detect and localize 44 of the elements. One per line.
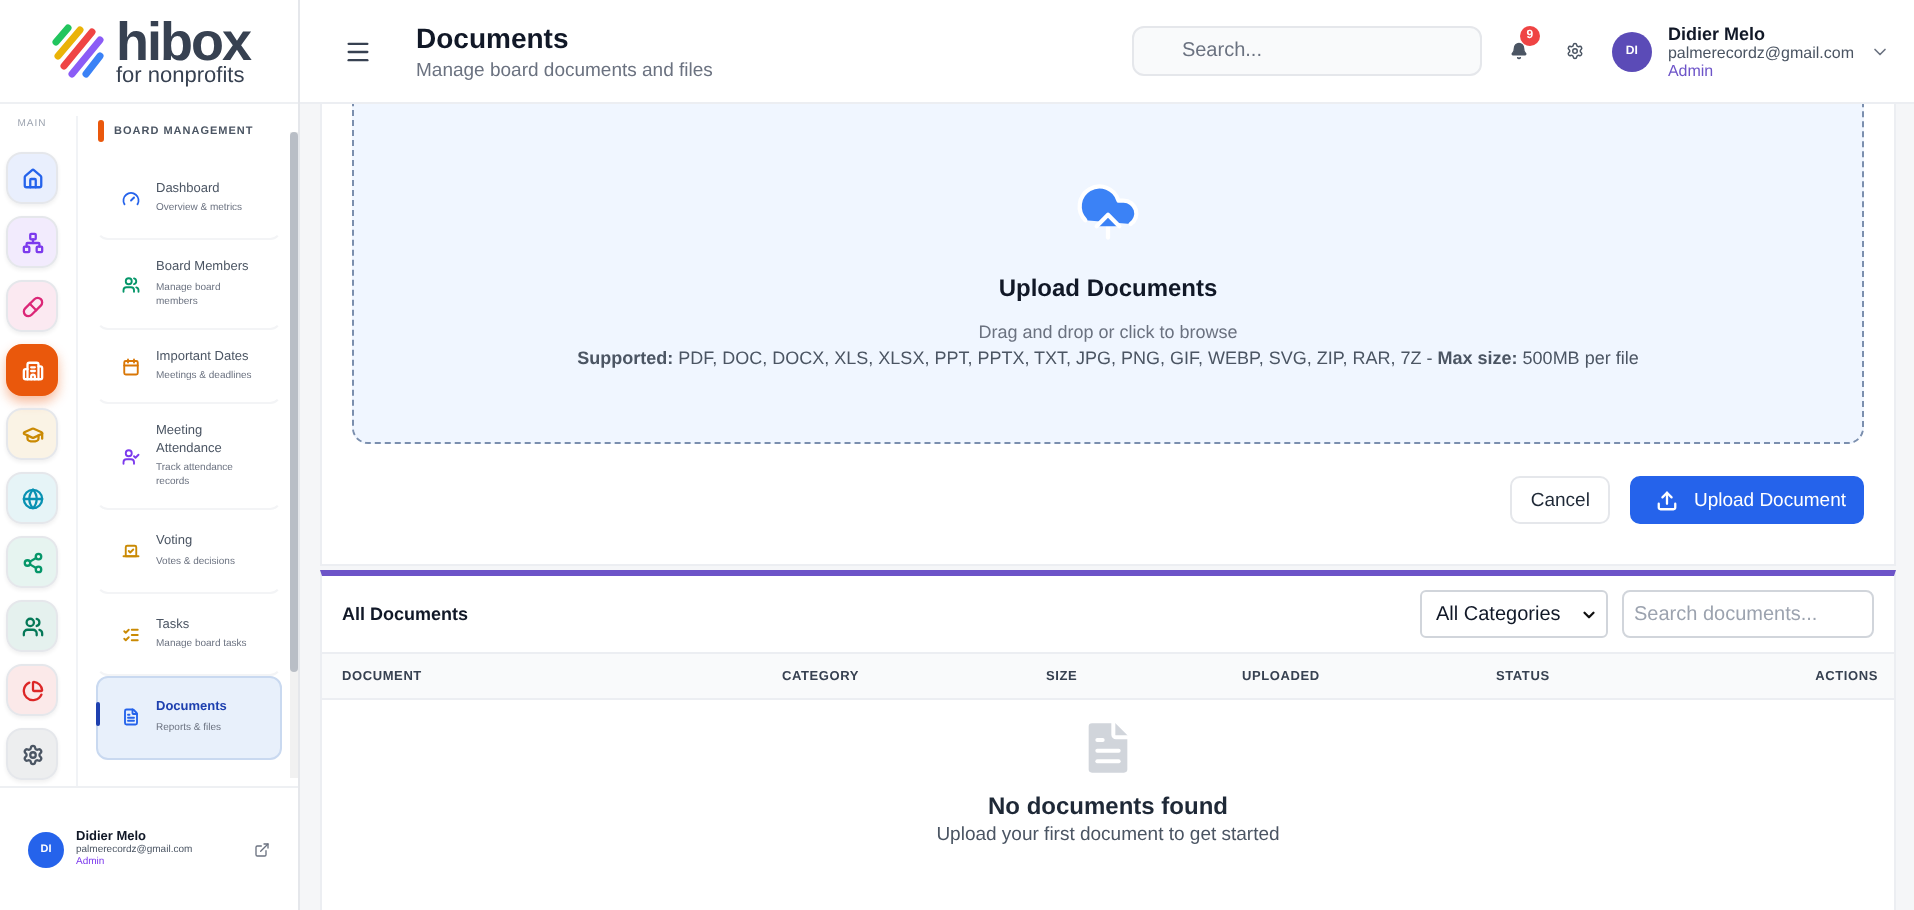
search-field[interactable]: Search documents... [1622, 590, 1874, 638]
logo-icon [48, 21, 108, 81]
brand-tagline: for nonprofits [116, 65, 247, 87]
menu-icon[interactable] [344, 37, 372, 65]
upload-button[interactable]: Upload Document [1629, 476, 1864, 524]
users-icon [122, 276, 140, 295]
upload-dropzone[interactable]: Upload Documents Drag and drop or click to browse Supported: PDF, DOC, DOCX, XLS, XLSX, PPT, PPTX, TXT, JPG, PNG, GIF, WEBP, SVG, ZIP, RAR, 7Z - Max size: 500MB per file [352, 104, 1864, 444]
gauge-icon [122, 190, 140, 209]
pie-chart-icon [21, 679, 43, 701]
empty-hint: Upload your first document to get started [936, 824, 1280, 846]
rail-button[interactable] [6, 344, 58, 396]
bell-icon[interactable] [1509, 42, 1528, 60]
empty-title: No documents found [988, 792, 1228, 820]
user-name: Didier Melo [1667, 23, 1767, 43]
building-icon [21, 359, 43, 381]
pill-icon [21, 295, 43, 317]
users-icon [21, 615, 43, 637]
section-title: All Documents [342, 604, 471, 624]
upload-hint: Drag and drop or click to browse [978, 322, 1238, 342]
page-title: Documents [416, 21, 571, 53]
scrollbar[interactable] [290, 132, 298, 778]
search-field[interactable]: Search... [1131, 26, 1482, 76]
brand-name: hibox [116, 15, 250, 69]
graduation-cap-icon [21, 423, 43, 445]
user-email: palmerecordz@gmail.com [1667, 43, 1854, 61]
upload-title: Upload Documents [998, 274, 1218, 302]
document-icon [122, 708, 140, 727]
external-link-icon[interactable] [254, 841, 270, 857]
supported-formats: Supported: PDF, DOC, DOCX, XLS, XLSX, PPT, PPTX, TXT, JPG, PNG, GIF, WEBP, SVG, ZIP, RAR, 7Z - Max size: 500MB per file [577, 348, 1639, 368]
checklist-icon [122, 625, 140, 644]
share-icon [21, 551, 43, 573]
home-icon [21, 167, 43, 189]
settings-icon[interactable] [1565, 42, 1584, 60]
category-select[interactable]: All Categories [1420, 590, 1608, 638]
org-chart-icon [21, 231, 43, 253]
cancel-button[interactable]: Cancel [1510, 476, 1610, 524]
globe-icon [21, 487, 43, 509]
page-subtitle: Manage board documents and files [416, 59, 715, 81]
user-check-icon [122, 448, 140, 467]
ballot-box-icon [122, 542, 140, 561]
user-role: Admin [1667, 61, 1714, 79]
settings-icon [21, 743, 43, 765]
upload-icon [1655, 489, 1678, 511]
calendar-icon [122, 358, 140, 377]
